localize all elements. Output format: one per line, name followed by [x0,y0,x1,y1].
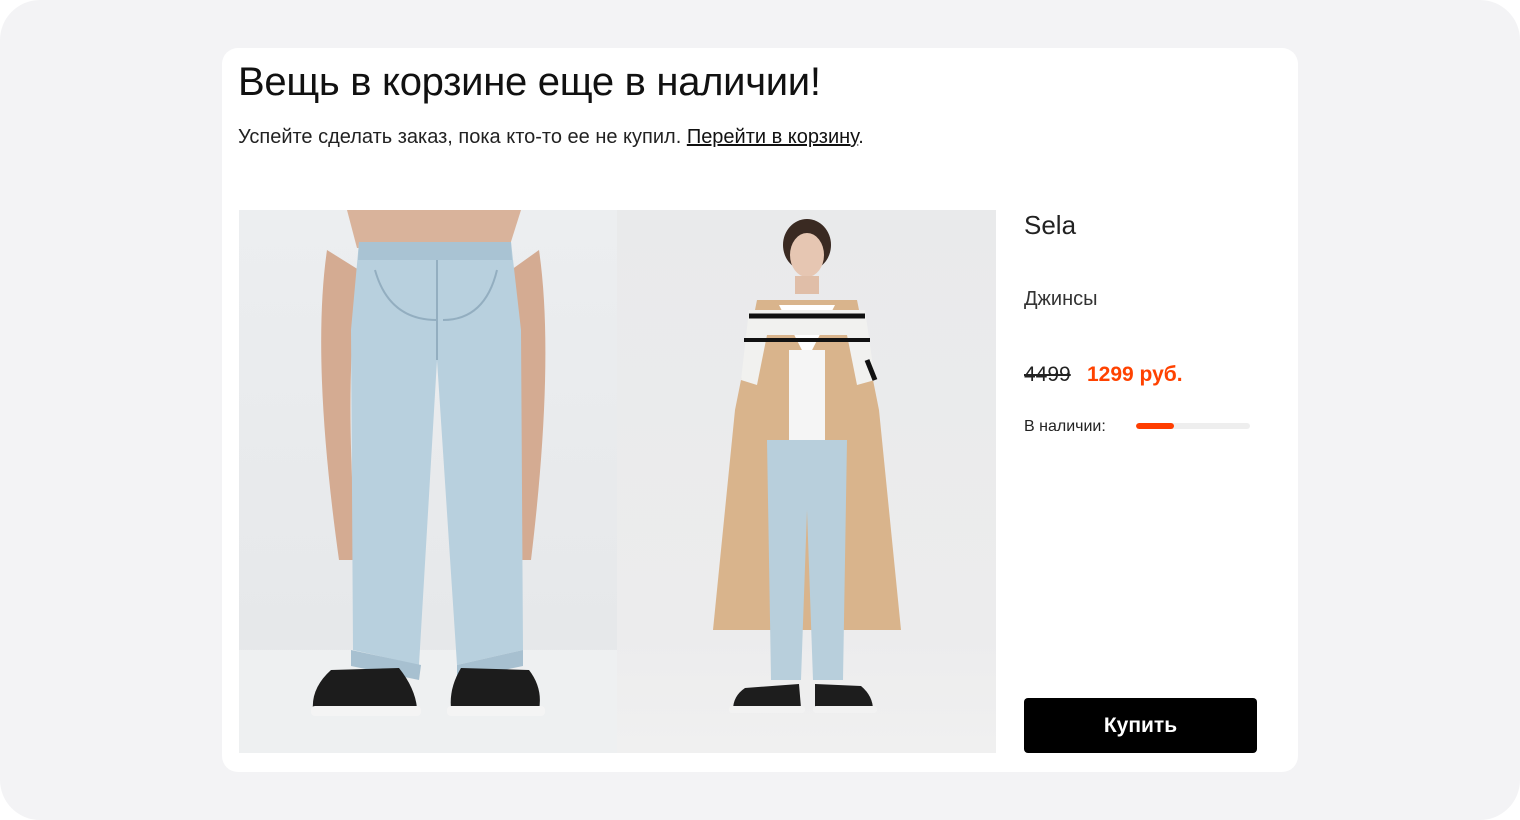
product-photo-outfit[interactable] [617,210,996,753]
subline-period: . [858,126,864,148]
product-brand: Sela [1024,210,1077,240]
sale-price: 1299 руб. [1087,363,1183,386]
email-headline: Вещь в корзине еще в наличии! [238,60,821,104]
cart-link[interactable]: Перейти в корзину [687,126,858,148]
product-type: Джинсы [1024,288,1098,310]
stock-level-fill [1136,423,1174,429]
old-price: 4499 [1024,363,1071,386]
buy-button[interactable]: Купить [1024,698,1257,753]
product-photo-jeans[interactable] [239,210,617,753]
subline-text: Успейте сделать заказ, пока кто-то ее не… [238,126,687,148]
email-subline: Успейте сделать заказ, пока кто-то ее не… [238,126,864,149]
page-background: Вещь в корзине еще в наличии! Успейте сд… [0,0,1520,820]
email-card: Вещь в корзине еще в наличии! Успейте сд… [222,48,1298,772]
stock-label: В наличии: [1024,418,1106,435]
stock-level-bar [1136,423,1250,429]
